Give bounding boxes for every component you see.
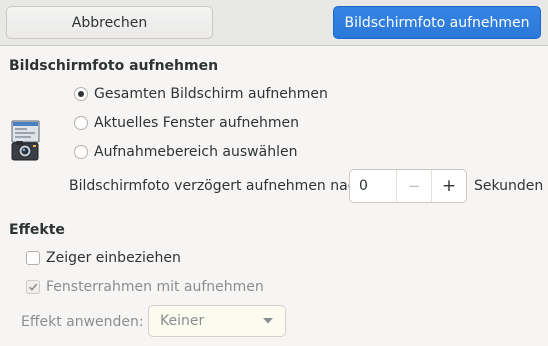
delay-value[interactable]: 0 xyxy=(350,170,396,202)
delay-spinbutton[interactable]: 0 − + xyxy=(349,169,467,203)
radio-whole-screen[interactable]: Gesamten Bildschirm aufnehmen xyxy=(74,83,328,105)
include-border-row[interactable]: Fensterrahmen mit aufnehmen xyxy=(26,276,264,298)
radio-button-current-window[interactable] xyxy=(74,116,88,130)
checkmark-icon xyxy=(28,283,38,291)
take-screenshot-button[interactable]: Bildschirmfoto aufnehmen xyxy=(333,6,541,39)
plus-icon: + xyxy=(441,176,457,196)
include-pointer-label: Zeiger einbeziehen xyxy=(46,250,181,266)
include-border-checkbox[interactable] xyxy=(26,280,40,294)
effects-section-title: Effekte xyxy=(9,222,65,238)
delay-unit-label: Sekunden xyxy=(474,178,544,194)
radio-button-select-area[interactable] xyxy=(74,145,88,159)
apply-effect-value: Keiner xyxy=(160,313,205,329)
cancel-button[interactable]: Abbrechen xyxy=(6,6,213,39)
cancel-button-label: Abbrechen xyxy=(71,14,148,31)
apply-effect-dropdown[interactable]: Keiner xyxy=(148,305,286,337)
screenshot-app-icon xyxy=(11,120,40,161)
radio-current-window[interactable]: Aktuelles Fenster aufnehmen xyxy=(74,112,299,134)
capture-section-title: Bildschirmfoto aufnehmen xyxy=(9,58,219,74)
include-pointer-row[interactable]: Zeiger einbeziehen xyxy=(26,247,181,269)
chevron-down-icon xyxy=(263,318,273,324)
delay-decrement-button[interactable]: − xyxy=(396,170,431,202)
radio-select-area[interactable]: Aufnahmebereich auswählen xyxy=(74,141,297,163)
take-screenshot-button-label: Bildschirmfoto aufnehmen xyxy=(344,14,530,31)
delay-label: Bildschirmfoto verzögert aufnehmen nach xyxy=(69,178,365,194)
radio-whole-screen-label: Gesamten Bildschirm aufnehmen xyxy=(94,86,328,102)
include-pointer-checkbox[interactable] xyxy=(26,251,40,265)
radio-select-area-label: Aufnahmebereich auswählen xyxy=(94,144,298,160)
delay-increment-button[interactable]: + xyxy=(431,170,466,202)
header-bar: Abbrechen Bildschirmfoto aufnehmen xyxy=(0,0,548,46)
minus-icon: − xyxy=(407,177,421,195)
include-border-label: Fensterrahmen mit aufnehmen xyxy=(46,279,264,295)
radio-current-window-label: Aktuelles Fenster aufnehmen xyxy=(94,115,300,131)
radio-button-whole-screen[interactable] xyxy=(74,87,88,101)
apply-effect-label: Effekt anwenden: xyxy=(21,314,144,330)
